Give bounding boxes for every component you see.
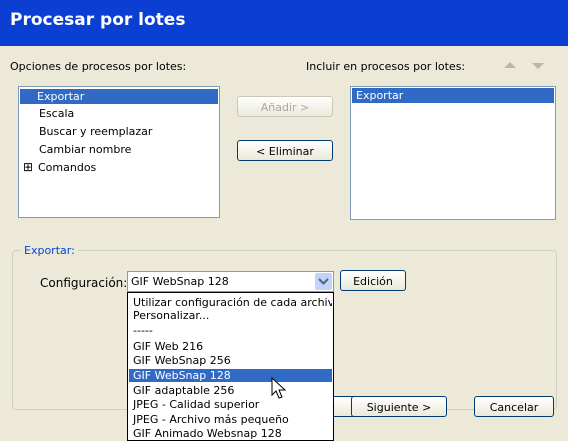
list-item-cambiar-nombre[interactable]: Cambiar nombre [22,142,131,157]
dropdown-option[interactable]: GIF Web 216 [129,340,332,353]
cancel-button[interactable]: Cancelar [474,396,554,417]
dropdown-option[interactable]: GIF Animado Websnap 128 [129,427,332,440]
config-dropdown-list[interactable]: Utilizar configuración de cada archivo P… [127,292,334,441]
dropdown-option[interactable]: Personalizar... [129,309,332,322]
dropdown-option[interactable]: JPEG - Archivo más pequeño [129,413,332,426]
move-down-arrow-icon[interactable] [532,63,544,69]
edit-button[interactable]: Edición [340,270,406,291]
config-label: Configuración: [40,276,128,290]
window-title: Procesar por lotes [10,10,186,30]
options-label: Opciones de procesos por lotes: [10,60,187,73]
mouse-cursor-icon [271,377,287,399]
dropdown-option[interactable]: GIF WebSnap 256 [129,354,332,367]
list-item-escala[interactable]: Escala [22,106,74,121]
include-label: Incluir en procesos por lotes: [306,60,466,73]
export-group-title: Exportar: [21,244,78,257]
include-listbox[interactable]: Exportar [350,86,556,220]
include-item-exportar[interactable]: Exportar [352,88,554,103]
dropdown-option[interactable]: GIF adaptable 256 [129,384,332,397]
list-item-buscar-reemplazar[interactable]: Buscar y reemplazar [22,124,152,139]
move-up-arrow-icon[interactable] [504,62,516,68]
chevron-down-icon[interactable] [315,273,332,290]
dropdown-option[interactable]: ----- [129,324,332,337]
next-button[interactable]: Siguiente > [351,396,447,417]
config-select-value: GIF WebSnap 128 [131,275,229,288]
dropdown-option[interactable]: Utilizar configuración de cada archivo [129,296,332,309]
remove-button[interactable]: < Eliminar [237,140,333,161]
title-bar: Procesar por lotes [0,0,568,46]
list-item-comandos[interactable]: Comandos [21,160,96,175]
add-button[interactable]: Añadir > [237,96,333,117]
list-item-exportar[interactable]: Exportar [20,89,218,104]
config-select[interactable]: GIF WebSnap 128 [127,271,334,292]
dropdown-option-selected[interactable]: GIF WebSnap 128 [129,369,332,382]
dropdown-option[interactable]: JPEG - Calidad superior [129,398,332,411]
options-listbox[interactable]: Exportar Escala Buscar y reemplazar Camb… [18,86,220,218]
